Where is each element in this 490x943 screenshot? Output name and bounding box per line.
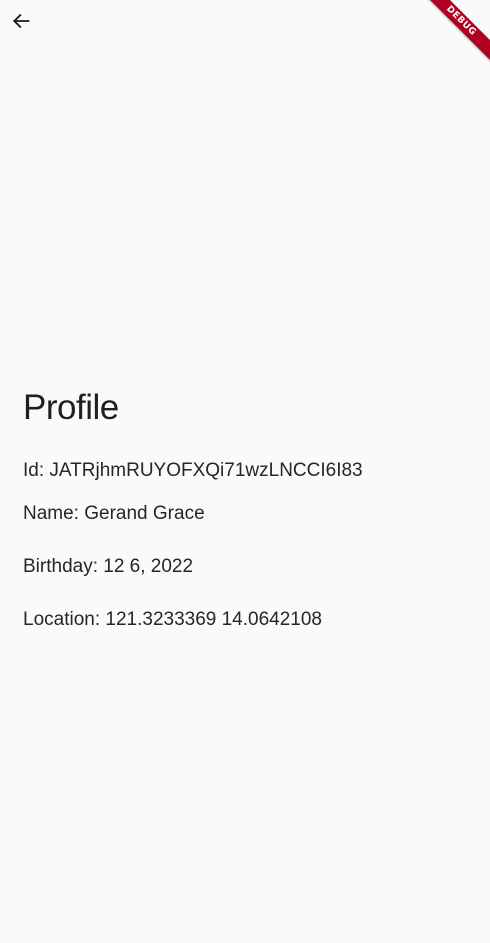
back-button[interactable]: [6, 8, 36, 38]
arrow-back-icon: [11, 11, 31, 36]
profile-name: Name: Gerand Grace: [23, 503, 205, 524]
debug-label: DEBUG: [417, 0, 490, 65]
profile-id: Id: JATRjhmRUYOFXQi71wzLNCCI6I83: [23, 460, 363, 481]
profile-birthday: Birthday: 12 6, 2022: [23, 556, 194, 577]
profile-location: Location: 121.3233369 14.0642108: [23, 609, 322, 630]
profile-section: Profile Id: JATRjhmRUYOFXQi71wzLNCCI6I83…: [23, 386, 470, 632]
debug-banner: DEBUG: [410, 0, 490, 80]
page-title: Profile: [23, 388, 119, 427]
